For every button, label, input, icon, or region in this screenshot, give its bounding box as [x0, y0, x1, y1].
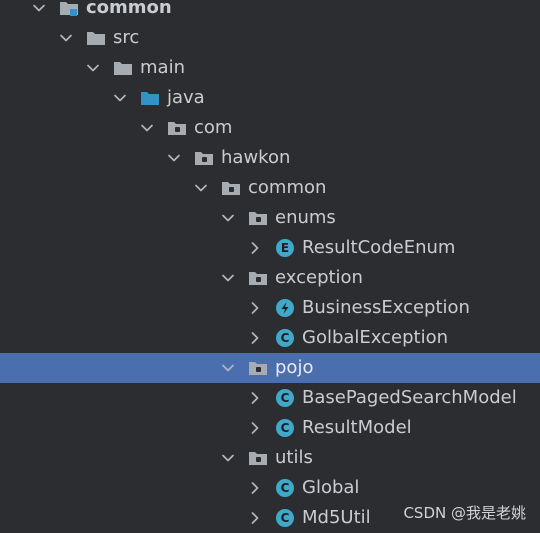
package-icon — [247, 353, 269, 383]
enum-icon: E — [274, 233, 296, 263]
tree-row-label: Global — [302, 477, 360, 498]
badge-letter: C — [276, 509, 294, 527]
watermark: CSDN @我是老姚 — [403, 504, 526, 522]
tree-row[interactable]: common — [0, 173, 540, 203]
tree-row-label: hawkon — [221, 147, 291, 168]
folder-icon — [112, 53, 134, 83]
tree-row[interactable]: exception — [0, 263, 540, 293]
tree-row-label: GolbalException — [302, 327, 449, 348]
tree-row[interactable]: E ResultCodeEnum — [0, 233, 540, 263]
package-icon — [220, 173, 242, 203]
source-root-folder-icon — [139, 83, 161, 113]
tree-row-label: pojo — [275, 357, 314, 378]
module-folder-icon — [58, 0, 80, 23]
tree-row-label: exception — [275, 267, 363, 288]
tree-row-label: main — [140, 57, 185, 78]
tree-row-label: common — [86, 0, 172, 18]
package-icon — [247, 203, 269, 233]
chevron-down-icon[interactable] — [28, 0, 50, 23]
tree-row-label: enums — [275, 207, 336, 228]
chevron-right-icon[interactable] — [244, 383, 266, 413]
package-icon — [166, 113, 188, 143]
tree-row-label: com — [194, 117, 233, 138]
tree-row[interactable]: src — [0, 23, 540, 53]
badge-letter: E — [276, 239, 294, 257]
project-tree: common src main java com hawkon common enums E Re… — [0, 0, 540, 533]
tree-row-label: java — [167, 87, 205, 108]
badge-letter: C — [276, 389, 294, 407]
package-icon — [247, 263, 269, 293]
chevron-right-icon[interactable] — [244, 413, 266, 443]
tree-row-label: common — [248, 177, 327, 198]
chevron-down-icon[interactable] — [163, 143, 185, 173]
folder-icon — [85, 23, 107, 53]
tree-row-label: src — [113, 27, 140, 48]
badge-letter: C — [276, 419, 294, 437]
chevron-right-icon[interactable] — [244, 473, 266, 503]
tree-row-label: ResultCodeEnum — [302, 237, 456, 258]
tree-row[interactable]: C Global — [0, 473, 540, 503]
package-icon — [193, 143, 215, 173]
package-icon — [247, 443, 269, 473]
tree-row-label: BasePagedSearchModel — [302, 387, 517, 408]
chevron-right-icon[interactable] — [244, 323, 266, 353]
tree-row-label: utils — [275, 447, 313, 468]
tree-row[interactable]: BusinessException — [0, 293, 540, 323]
tree-row[interactable]: java — [0, 83, 540, 113]
tree-row[interactable]: enums — [0, 203, 540, 233]
tree-row[interactable]: com — [0, 113, 540, 143]
chevron-down-icon[interactable] — [217, 353, 239, 383]
tree-row[interactable]: hawkon — [0, 143, 540, 173]
tree-row-label: Md5Util — [302, 507, 371, 528]
tree-row[interactable]: pojo — [0, 353, 540, 383]
chevron-down-icon[interactable] — [190, 173, 212, 203]
tree-row[interactable]: common — [0, 0, 540, 23]
class-icon: C — [274, 383, 296, 413]
tree-row[interactable]: C BasePagedSearchModel — [0, 383, 540, 413]
chevron-down-icon[interactable] — [217, 263, 239, 293]
tree-row[interactable]: C ResultModel — [0, 413, 540, 443]
badge-letter: C — [276, 329, 294, 347]
chevron-right-icon[interactable] — [244, 233, 266, 263]
chevron-down-icon[interactable] — [82, 53, 104, 83]
tree-row-label: ResultModel — [302, 417, 412, 438]
chevron-down-icon[interactable] — [136, 113, 158, 143]
chevron-right-icon[interactable] — [244, 293, 266, 323]
class-icon: C — [274, 413, 296, 443]
tree-row-label: BusinessException — [302, 297, 470, 318]
chevron-down-icon[interactable] — [217, 443, 239, 473]
class-icon: C — [274, 503, 296, 533]
chevron-down-icon[interactable] — [109, 83, 131, 113]
tree-row[interactable]: C GolbalException — [0, 323, 540, 353]
tree-row[interactable]: main — [0, 53, 540, 83]
exception-class-icon — [274, 293, 296, 323]
class-icon: C — [274, 473, 296, 503]
tree-row[interactable]: utils — [0, 443, 540, 473]
chevron-down-icon[interactable] — [217, 203, 239, 233]
chevron-down-icon[interactable] — [55, 23, 77, 53]
class-icon: C — [274, 323, 296, 353]
badge-letter: C — [276, 479, 294, 497]
chevron-right-icon[interactable] — [244, 503, 266, 533]
